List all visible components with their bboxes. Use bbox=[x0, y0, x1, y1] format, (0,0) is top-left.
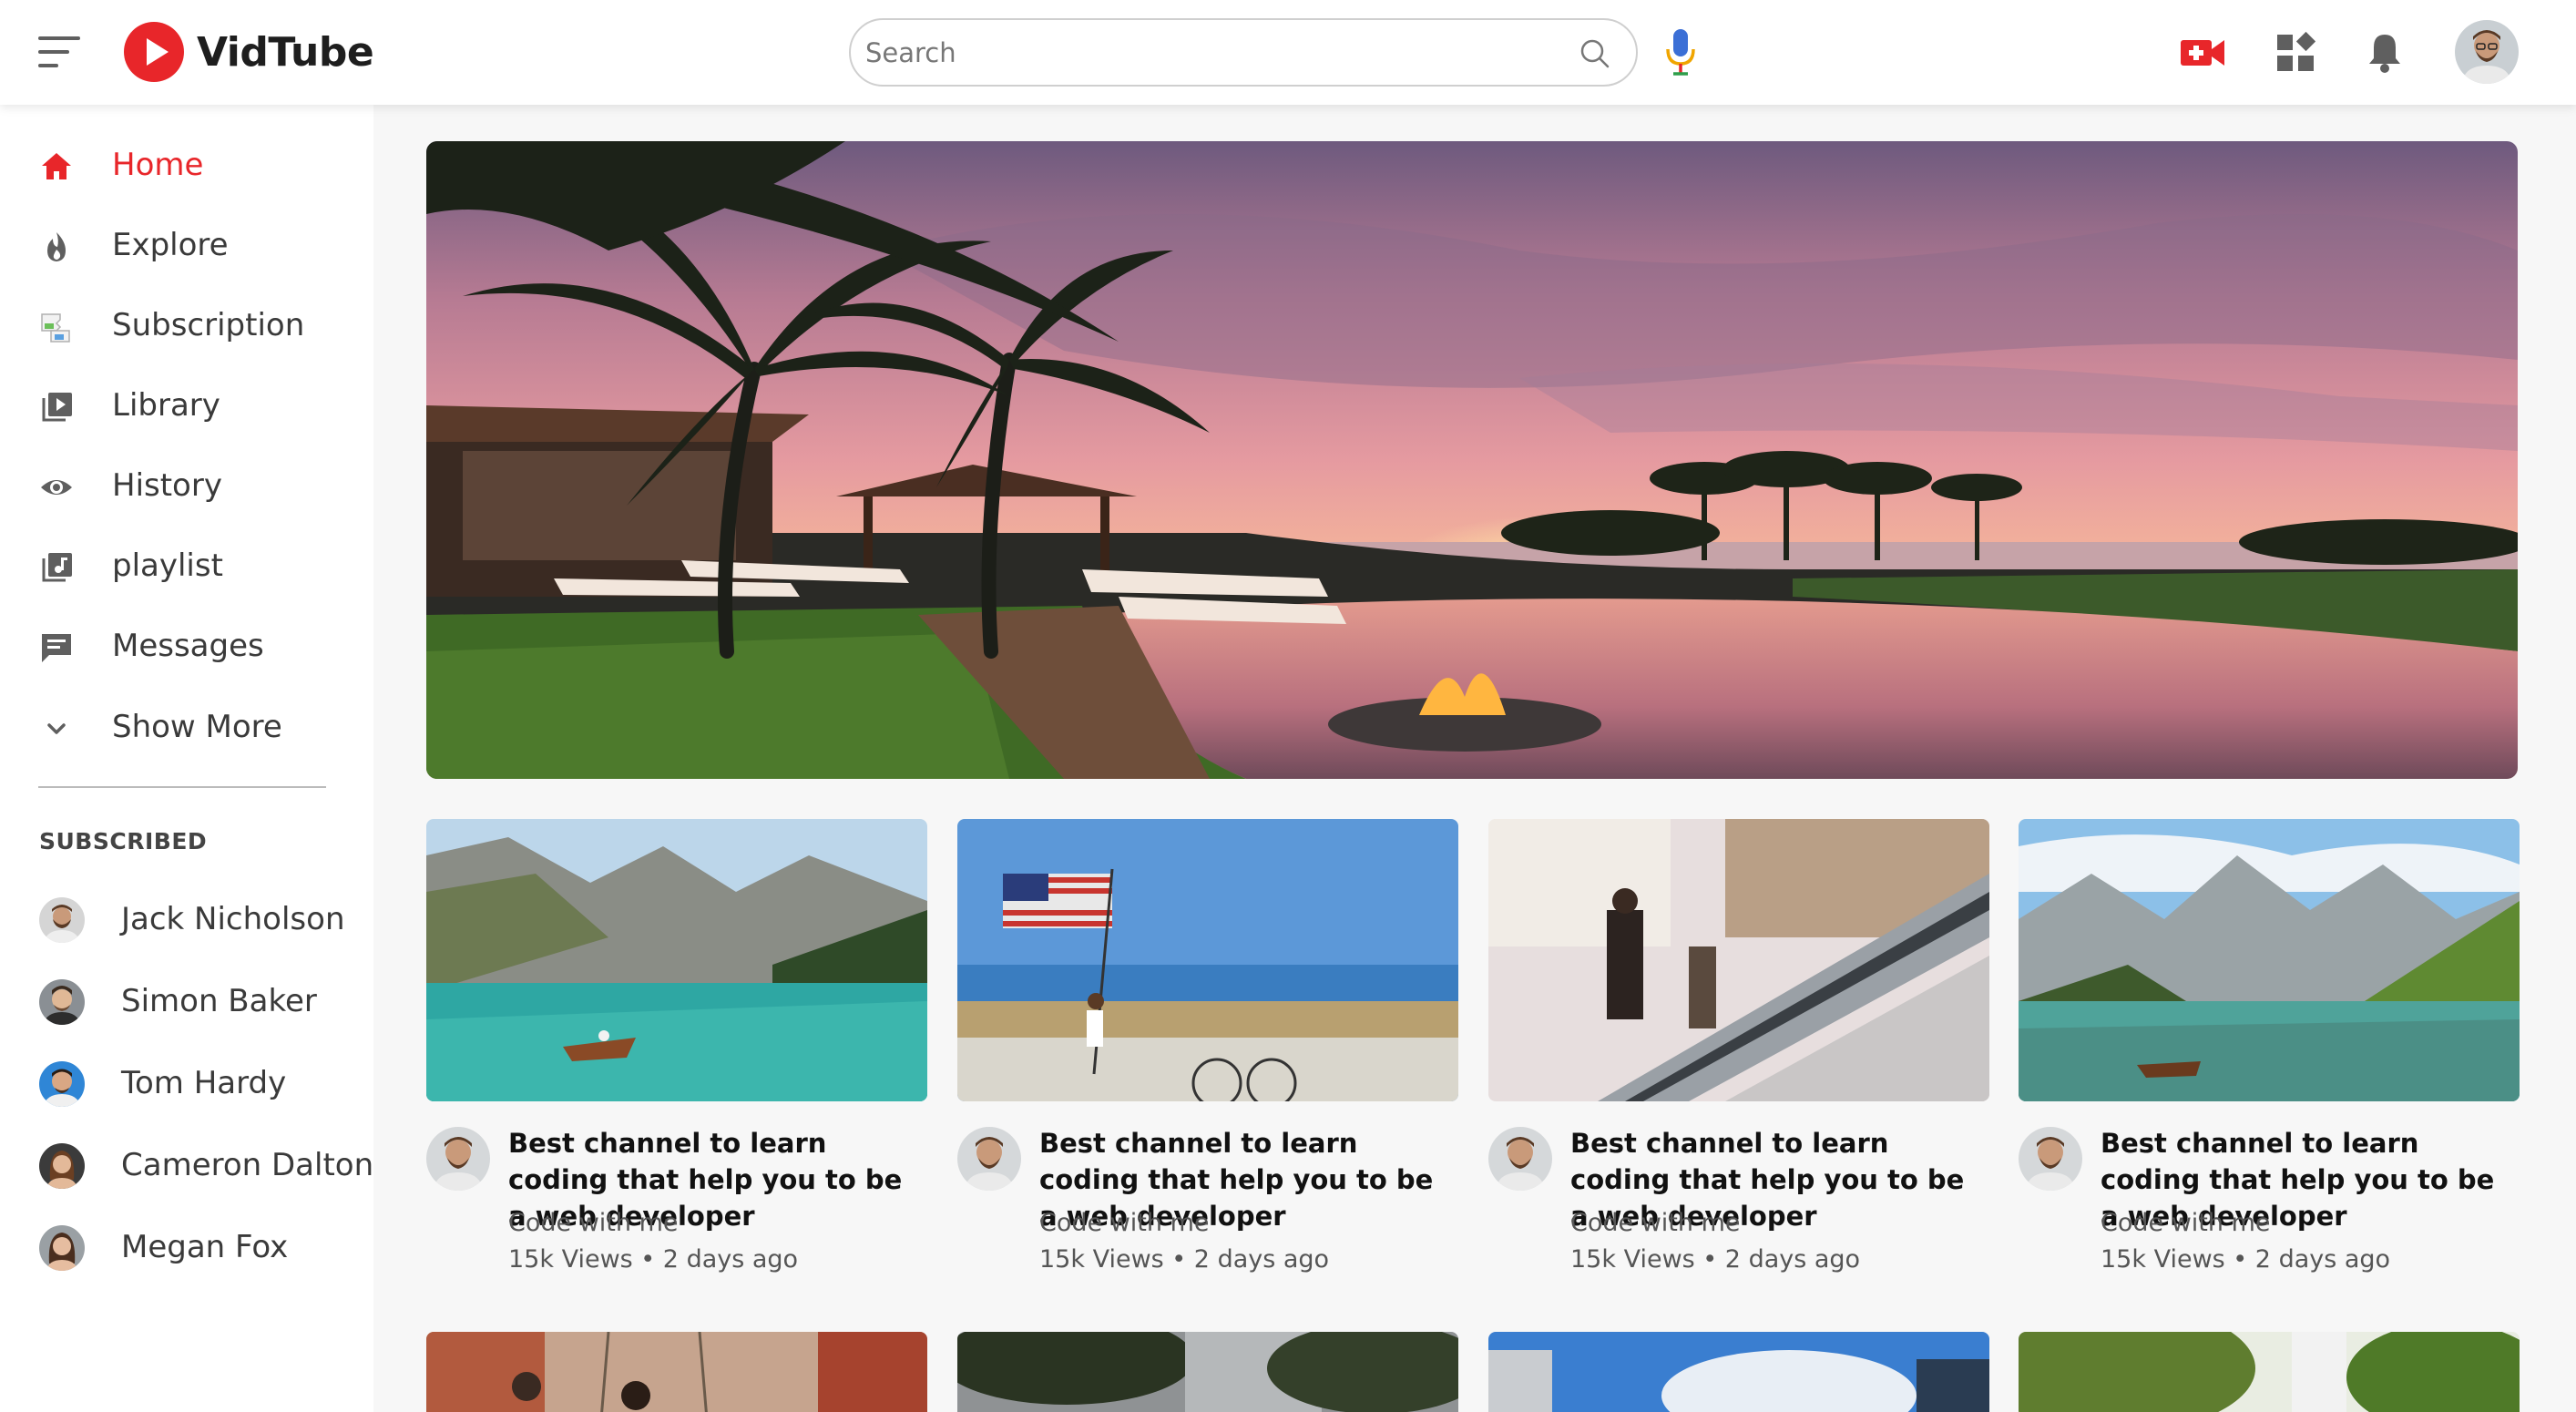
video-card[interactable]: Best channel to learn coding that help y… bbox=[1488, 819, 1989, 1284]
sidebar-item-show-more[interactable]: Show More bbox=[0, 692, 373, 765]
video-thumbnail[interactable] bbox=[957, 819, 1458, 1101]
channel-avatar[interactable] bbox=[426, 1127, 490, 1191]
logo[interactable]: VidTube bbox=[124, 21, 374, 83]
subscription-item[interactable]: Simon Baker bbox=[0, 963, 373, 1036]
video-thumbnail[interactable] bbox=[1488, 819, 1989, 1101]
sidebar-item-home[interactable]: Home bbox=[0, 130, 373, 203]
subscription-item[interactable]: Tom Hardy bbox=[0, 1045, 373, 1118]
avatar bbox=[39, 979, 85, 1025]
sidebar-item-library[interactable]: Library bbox=[0, 371, 373, 444]
play-logo-icon bbox=[124, 22, 184, 82]
video-meta: 15k Views • 2 days ago bbox=[1039, 1245, 1330, 1274]
sidebar-item-messages[interactable]: Messages bbox=[0, 611, 373, 684]
video-thumbnail[interactable] bbox=[2019, 819, 2520, 1101]
main-content: Best channel to learn coding that help y… bbox=[373, 105, 2576, 1412]
sidebar-item-history[interactable]: History bbox=[0, 451, 373, 524]
banner-image bbox=[426, 141, 2518, 779]
video-card[interactable]: Best channel to learn coding that help y… bbox=[426, 819, 927, 1284]
channel-name[interactable]: Code with me bbox=[508, 1209, 678, 1237]
video-card[interactable]: Best channel to learn coding that help y… bbox=[957, 819, 1458, 1284]
sidebar-item-subscription[interactable]: Subscription bbox=[0, 291, 373, 363]
top-bar: VidTube bbox=[0, 0, 2576, 105]
video-card[interactable]: Best channel to learn coding that help y… bbox=[2019, 819, 2520, 1284]
channel-avatar[interactable] bbox=[957, 1127, 1021, 1191]
sidebar-divider bbox=[38, 786, 326, 788]
search-input[interactable] bbox=[865, 31, 1521, 75]
channel-avatar[interactable] bbox=[1488, 1127, 1552, 1191]
sidebar-item-label: History bbox=[112, 467, 222, 504]
home-icon bbox=[42, 153, 71, 179]
user-avatar[interactable] bbox=[2455, 20, 2519, 84]
channel-name[interactable]: Code with me bbox=[1039, 1209, 1209, 1237]
sidebar-item-label: playlist bbox=[112, 547, 223, 584]
sidebar-item-label: Explore bbox=[112, 227, 229, 263]
video-meta: 15k Views • 2 days ago bbox=[508, 1245, 799, 1274]
eye-icon bbox=[41, 480, 72, 495]
sidebar: Home Explore Subscription Library Histor… bbox=[0, 105, 373, 1412]
playlist-icon bbox=[42, 553, 72, 582]
video-meta: 15k Views • 2 days ago bbox=[1570, 1245, 1861, 1274]
featured-banner[interactable] bbox=[426, 141, 2518, 779]
message-icon bbox=[42, 634, 71, 662]
library-icon bbox=[42, 393, 72, 422]
bell-icon[interactable] bbox=[2361, 29, 2408, 77]
avatar bbox=[39, 1225, 85, 1271]
subscription-item[interactable]: Jack Nicholson bbox=[0, 881, 373, 954]
channel-name[interactable]: Code with me bbox=[1570, 1209, 1740, 1237]
upload-video-icon[interactable] bbox=[2179, 29, 2226, 77]
subscription-name: Cameron Dalton bbox=[121, 1147, 374, 1183]
chevron-down-icon bbox=[47, 723, 66, 734]
sidebar-item-label: Subscription bbox=[112, 307, 305, 343]
sidebar-item-label: Messages bbox=[112, 628, 264, 664]
subscription-name: Tom Hardy bbox=[121, 1065, 287, 1101]
subscription-name: Jack Nicholson bbox=[121, 901, 345, 937]
menu-icon[interactable] bbox=[38, 36, 80, 67]
search-icon[interactable] bbox=[1579, 38, 1610, 69]
sidebar-item-playlist[interactable]: playlist bbox=[0, 531, 373, 604]
sidebar-item-explore[interactable]: Explore bbox=[0, 210, 373, 283]
subscription-item[interactable]: Cameron Dalton bbox=[0, 1127, 373, 1200]
subscription-item[interactable]: Megan Fox bbox=[0, 1209, 373, 1282]
video-thumbnail[interactable] bbox=[1488, 1332, 1989, 1412]
apps-icon[interactable] bbox=[2272, 29, 2319, 77]
video-thumbnail[interactable] bbox=[426, 1332, 927, 1412]
broken-image-icon bbox=[41, 313, 70, 343]
channel-name[interactable]: Code with me bbox=[2101, 1209, 2270, 1237]
subscribed-heading: SUBSCRIBED bbox=[39, 828, 208, 854]
avatar bbox=[39, 1061, 85, 1107]
flame-icon bbox=[47, 232, 66, 261]
video-thumbnail[interactable] bbox=[957, 1332, 1458, 1412]
search-box bbox=[849, 18, 1638, 87]
mic-icon[interactable] bbox=[1663, 27, 1698, 77]
sidebar-item-label: Show More bbox=[112, 709, 282, 745]
video-meta: 15k Views • 2 days ago bbox=[2101, 1245, 2391, 1274]
video-thumbnail[interactable] bbox=[2019, 1332, 2520, 1412]
sidebar-item-label: Home bbox=[112, 147, 204, 183]
avatar bbox=[39, 1143, 85, 1189]
app-name: VidTube bbox=[197, 28, 374, 76]
subscription-name: Megan Fox bbox=[121, 1229, 289, 1265]
sidebar-item-label: Library bbox=[112, 387, 220, 424]
channel-avatar[interactable] bbox=[2019, 1127, 2082, 1191]
avatar bbox=[39, 897, 85, 943]
subscription-name: Simon Baker bbox=[121, 983, 317, 1019]
video-thumbnail[interactable] bbox=[426, 819, 927, 1101]
